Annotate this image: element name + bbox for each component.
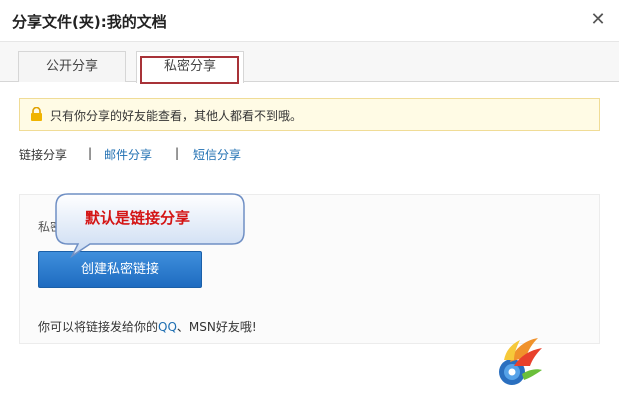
tab-public-share[interactable]: 公开分享 (18, 51, 126, 82)
tab-private-share[interactable]: 私密分享 (136, 51, 244, 83)
lock-icon (31, 107, 42, 121)
method-sms-share[interactable]: 短信分享 (193, 146, 241, 163)
share-tabs: 公开分享 私密分享 (0, 42, 619, 83)
share-hint: 你可以将链接发给你的QQ、MSN好友哦! (38, 318, 257, 335)
privacy-notice: 只有你分享的好友能查看，其他人都看不到哦。 (19, 98, 600, 131)
notice-text: 只有你分享的好友能查看，其他人都看不到哦。 (50, 109, 303, 123)
hint-prefix: 你可以将链接发给你的 (38, 320, 159, 334)
close-icon[interactable]: ✕ (589, 9, 607, 31)
dialog-titlebar: 分享文件(夹):我的文档 ✕ (0, 0, 619, 42)
callout-text: 默认是链接分享 (85, 209, 191, 227)
method-separator: | (175, 146, 180, 160)
brand-logo-icon (499, 338, 542, 385)
dialog-title: 分享文件(夹):我的文档 (12, 13, 167, 31)
method-link-share[interactable]: 链接分享 (19, 146, 67, 163)
method-email-share[interactable]: 邮件分享 (104, 146, 152, 163)
method-separator: | (88, 146, 93, 160)
hint-suffix: 、MSN好友哦! (176, 320, 257, 334)
hint-qq: QQ (158, 320, 177, 334)
